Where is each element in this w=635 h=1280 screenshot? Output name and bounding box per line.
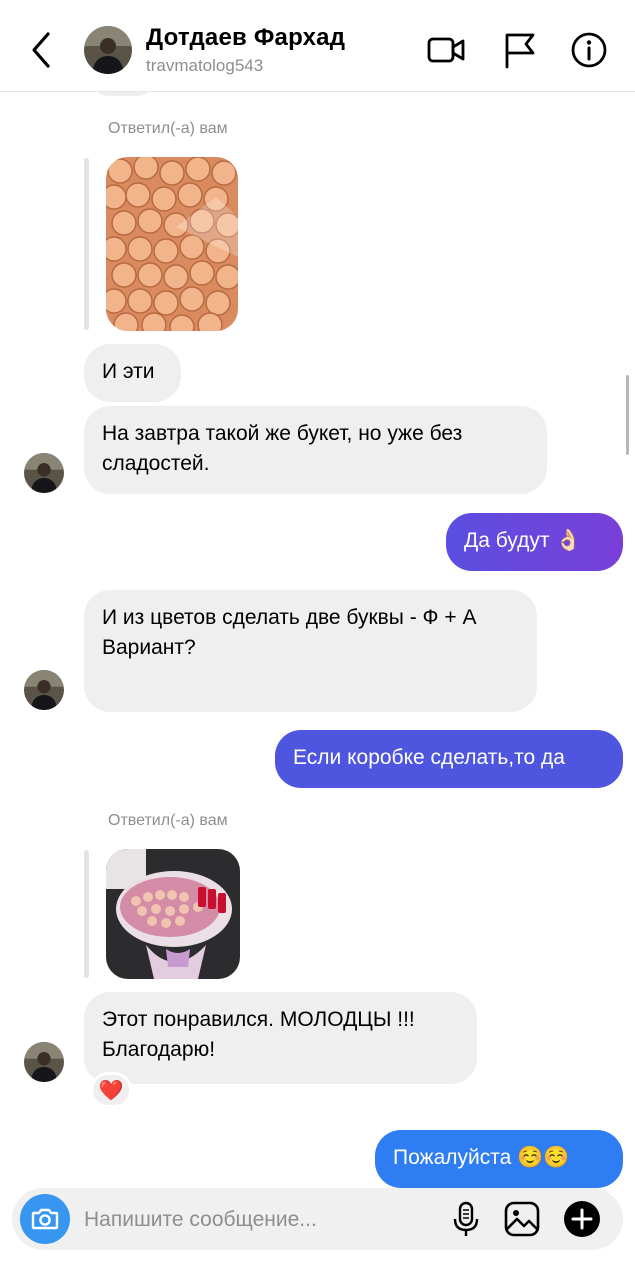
replied-label: Ответил(-а) вам (108, 120, 228, 137)
message-incoming[interactable]: На завтра такой же букет, но уже без сла… (84, 406, 547, 494)
avatar[interactable] (24, 453, 64, 493)
avatar[interactable] (24, 1042, 64, 1082)
replied-label: Ответил(-а) вам (108, 812, 228, 829)
quote-bar (84, 158, 89, 330)
roses-photo[interactable] (106, 157, 238, 331)
scrollbar[interactable] (626, 375, 629, 455)
bouquet-photo[interactable] (106, 849, 240, 979)
microphone-icon[interactable] (446, 1199, 486, 1239)
message-outgoing[interactable]: Если коробке сделать,то да (275, 730, 623, 788)
camera-icon[interactable] (20, 1194, 70, 1244)
flag-icon[interactable] (500, 30, 540, 70)
info-icon[interactable] (569, 30, 609, 70)
message-incoming[interactable]: Этот понравился. МОЛОДЦЫ !!! Благодарю! (84, 992, 477, 1084)
heart-reaction-icon[interactable]: ❤️ (90, 1072, 132, 1108)
contact-name[interactable]: Дотдаев Фархад (146, 24, 345, 52)
message-outgoing[interactable]: Пожалуйста ☺️☺️ (375, 1130, 623, 1188)
chat-header: Дотдаев Фархад travmatolog543 (0, 0, 635, 92)
message-input[interactable] (84, 1203, 434, 1237)
message-outgoing[interactable]: Да будут 👌🏻 (446, 513, 623, 571)
avatar[interactable] (24, 670, 64, 710)
message-incoming[interactable]: И из цветов сделать две буквы - Ф + А Ва… (84, 590, 537, 712)
quote-bar (84, 850, 89, 978)
video-call-icon[interactable] (426, 30, 466, 70)
contact-username: travmatolog543 (146, 56, 264, 75)
back-icon[interactable] (22, 28, 62, 72)
plus-icon[interactable] (562, 1199, 602, 1239)
message-incoming[interactable]: И эти (84, 344, 181, 402)
avatar[interactable] (84, 26, 132, 74)
gallery-icon[interactable] (502, 1199, 542, 1239)
